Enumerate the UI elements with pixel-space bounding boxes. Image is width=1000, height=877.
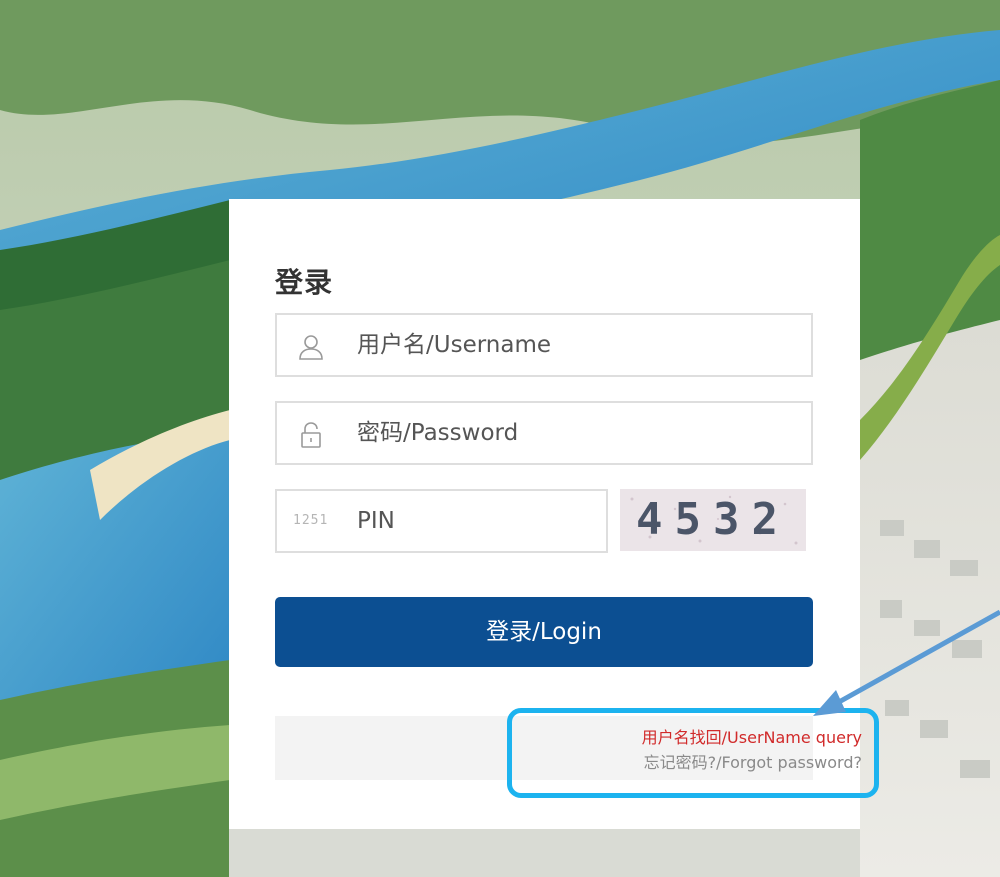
login-title: 登录 xyxy=(275,266,334,299)
username-query-link[interactable]: 用户名找回/UserName query xyxy=(642,724,862,748)
password-placeholder: 密码/Password xyxy=(357,420,519,446)
login-page: 登录 用户名/Username 密码/Password 1251 PIN 453… xyxy=(0,0,1000,877)
pin-code-icon: 1251 xyxy=(293,513,329,528)
login-card: 登录 用户名/Username 密码/Password 1251 PIN 453… xyxy=(229,199,879,829)
user-icon xyxy=(299,335,323,360)
account-links-bar: 用户名找回/UserName query 忘记密码?/Forgot passwo… xyxy=(275,708,879,798)
captcha-image[interactable]: 4532 xyxy=(620,489,806,551)
forgot-password-link[interactable]: 忘记密码?/Forgot password? xyxy=(644,749,862,773)
login-button[interactable]: 登录/Login xyxy=(275,597,813,667)
pin-field[interactable]: 1251 PIN xyxy=(275,489,608,553)
password-field[interactable]: 密码/Password xyxy=(275,401,813,465)
username-placeholder: 用户名/Username xyxy=(357,332,551,358)
lock-icon xyxy=(301,422,321,448)
pin-placeholder: PIN xyxy=(357,508,395,534)
username-field[interactable]: 用户名/Username xyxy=(275,313,813,377)
captcha-code: 4532 xyxy=(636,494,790,545)
highlight-annotation-box: 用户名找回/UserName query 忘记密码?/Forgot passwo… xyxy=(507,708,879,798)
